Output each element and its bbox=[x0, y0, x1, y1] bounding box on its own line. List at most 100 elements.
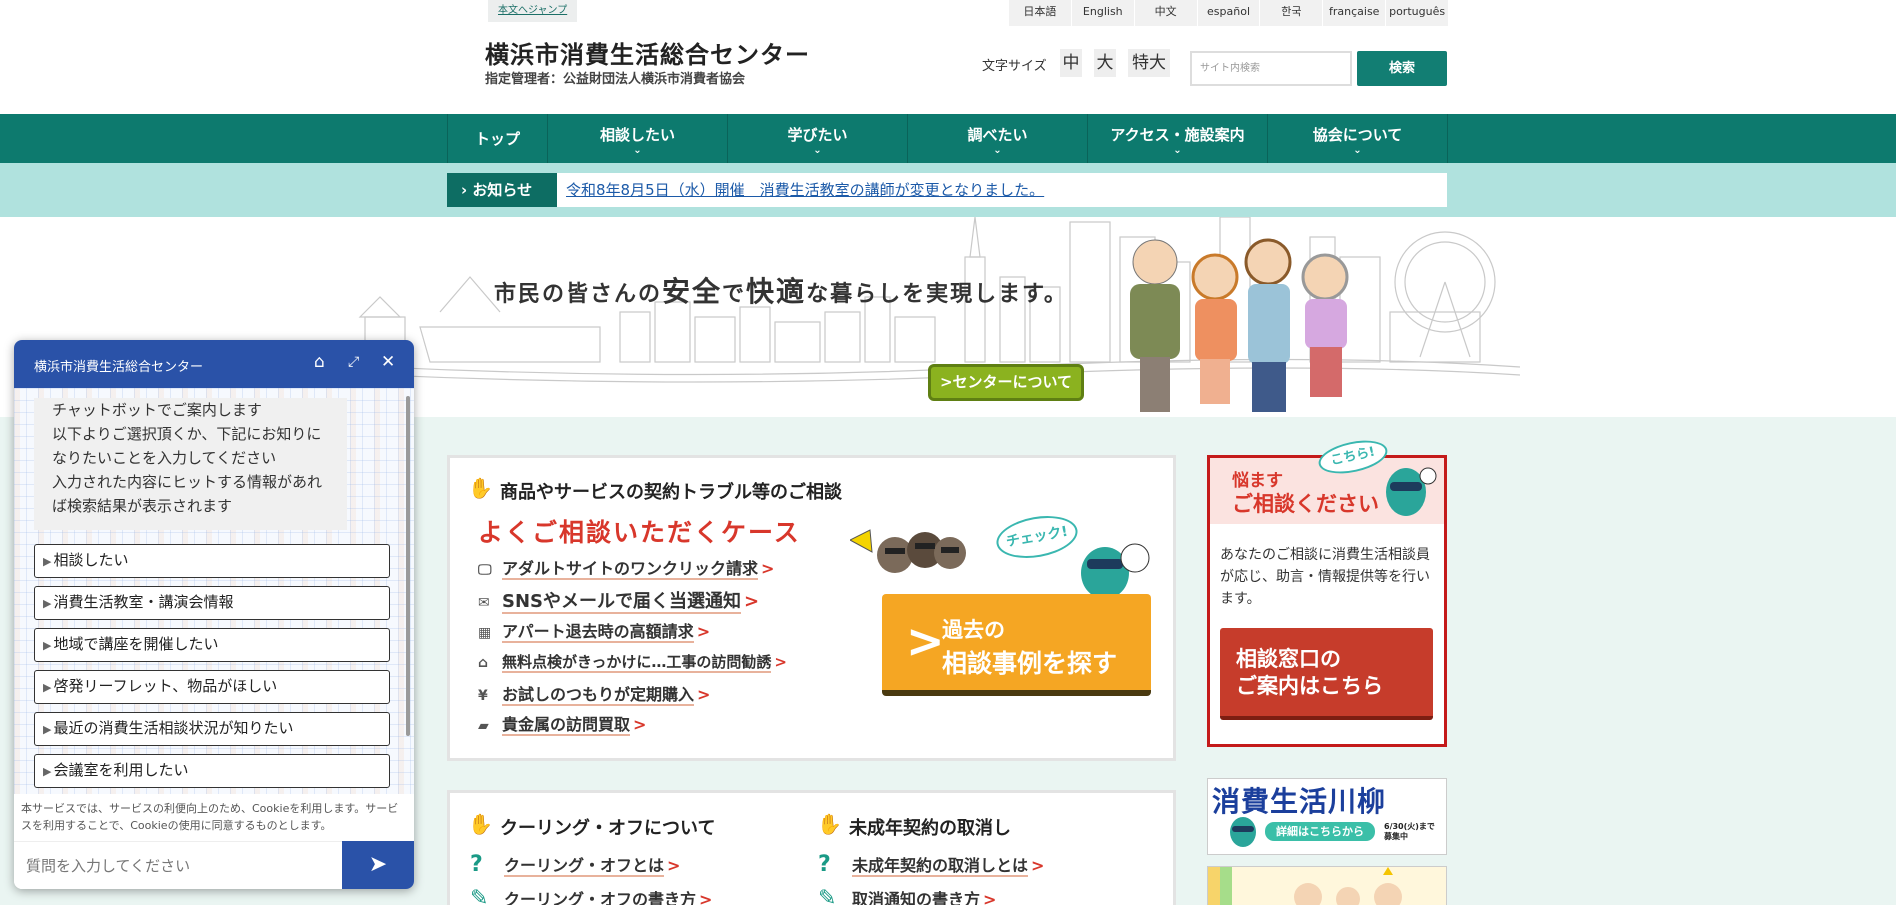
chat-option-label: 相談したい bbox=[53, 551, 129, 569]
chat-option-label: 地域で講座を開催したい bbox=[53, 635, 219, 653]
about-center-button[interactable]: >センターについて bbox=[928, 364, 1084, 401]
chat-input[interactable]: 質問を入力してください bbox=[14, 841, 342, 889]
nav-research-label: 調べたい bbox=[967, 126, 1028, 144]
nav-research[interactable]: 調べたい ⌄ bbox=[907, 114, 1087, 163]
house-icon: ⌂ bbox=[478, 655, 489, 671]
case-item[interactable]: ▰ 貴金属の訪問買取 > bbox=[478, 711, 647, 736]
chat-option-label: 消費生活教室・講演会情報 bbox=[53, 593, 234, 611]
notice-link[interactable]: 令和8年8月5日（水）開催 消費生活教室の講師が変更となりました。 bbox=[566, 179, 1044, 200]
chat-option[interactable]: ▶ 啓発リーフレット、物品がほしい bbox=[34, 670, 390, 704]
case-item[interactable]: ⌂ 無料点検がきっかけに…工事の訪問勧誘 > bbox=[478, 651, 787, 673]
arrow-right-icon: > bbox=[1031, 856, 1045, 875]
arrow-right-icon: > bbox=[761, 559, 775, 578]
chat-option[interactable]: ▶ 会議室を利用したい bbox=[34, 754, 390, 788]
nav-top[interactable]: トップ bbox=[447, 114, 547, 163]
close-icon[interactable]: ✕ bbox=[381, 352, 395, 372]
consult-window-button[interactable]: 相談窓口の ご案内はこちら bbox=[1220, 628, 1433, 720]
chat-intro-line: なりたいことを入力してください bbox=[52, 449, 277, 467]
slogan-emphasis: 快適 bbox=[746, 275, 807, 308]
mascot-icon bbox=[1230, 817, 1256, 847]
nav-consult[interactable]: 相談したい ⌄ bbox=[547, 114, 727, 163]
text-size-medium-button[interactable]: 中 bbox=[1060, 49, 1082, 77]
triangle-right-icon: ▶ bbox=[43, 765, 52, 778]
send-icon: ➤ bbox=[368, 852, 388, 877]
chat-option[interactable]: ▶ 最近の消費生活相談状況が知りたい bbox=[34, 712, 390, 746]
chat-title: 横浜市消費生活総合センター bbox=[34, 360, 204, 375]
arrow-right-icon: > bbox=[699, 890, 713, 905]
lang-ja[interactable]: 日本語 bbox=[1008, 0, 1071, 26]
cooling-off-item[interactable]: ✎ クーリング・オフの書き方 > bbox=[470, 886, 712, 905]
case-item[interactable]: 🖵 アダルトサイトのワンクリック請求 > bbox=[478, 555, 775, 580]
chat-header: 横浜市消費生活総合センター ⌂ ⤢ ✕ bbox=[14, 340, 414, 388]
past-cases-button[interactable]: > 過去の 相談事例を探す bbox=[882, 594, 1151, 696]
chat-intro-line: 以下よりご選択頂くか、下記にお知りに bbox=[52, 425, 322, 443]
triangle-right-icon: ▶ bbox=[43, 597, 52, 610]
text-size-xlarge-button[interactable]: 特大 bbox=[1128, 49, 1170, 77]
senryu-note-line1: 6/30(火)まで bbox=[1384, 822, 1435, 831]
people-illustration bbox=[1208, 867, 1402, 905]
chat-option-label: 会議室を利用したい bbox=[53, 761, 189, 779]
case-item[interactable]: ¥ お試しのつもりが定期購入 > bbox=[478, 681, 710, 706]
monitor-icon: 🖵 bbox=[478, 562, 492, 578]
hero-slogan: 市民の皆さんの安全で快適な暮らしを実現します。 bbox=[494, 270, 1068, 310]
lang-es[interactable]: español bbox=[1196, 0, 1260, 26]
skip-to-content-link[interactable]: 本文へジャンプ bbox=[488, 0, 578, 22]
nav-about[interactable]: 協会について ⌄ bbox=[1267, 114, 1447, 163]
past-cases-line2: 相談事例を探す bbox=[942, 649, 1118, 678]
chat-option[interactable]: ▶ 消費生活教室・講演会情報 bbox=[34, 586, 390, 620]
case-item-text: 貴金属の訪問買取 bbox=[502, 715, 631, 736]
hand-icon: ✋ bbox=[817, 812, 842, 836]
hand-icon: ✋ bbox=[468, 812, 493, 836]
case-item-text: アパート退去時の高額請求 bbox=[502, 622, 694, 643]
money-icon: ¥ bbox=[478, 688, 488, 704]
triangle-right-icon: ▶ bbox=[43, 681, 52, 694]
lang-zh[interactable]: 中文 bbox=[1133, 0, 1197, 26]
nav-top-label: トップ bbox=[474, 130, 520, 148]
chat-option[interactable]: ▶ 相談したい bbox=[34, 544, 390, 578]
minor-contract-item[interactable]: ✎ 取消通知の書き方 > bbox=[818, 886, 996, 905]
consult-button-line2: ご案内はこちら bbox=[1236, 674, 1383, 698]
nav-learn[interactable]: 学びたい ⌄ bbox=[727, 114, 907, 163]
lang-fr[interactable]: française bbox=[1322, 0, 1385, 26]
case-item[interactable]: ▦ アパート退去時の高額請求 > bbox=[478, 618, 710, 643]
chatbot-widget: 横浜市消費生活総合センター ⌂ ⤢ ✕ チャットボットでご案内します 以下よりご… bbox=[14, 340, 414, 889]
email-icon: ✉ bbox=[478, 595, 490, 611]
chevron-down-icon: ⌄ bbox=[1173, 145, 1182, 156]
arrow-right-icon: > bbox=[744, 591, 760, 612]
arrow-right-icon: > bbox=[633, 715, 647, 734]
language-bar: 日本語 English 中文 español 한국 française port… bbox=[1008, 0, 1448, 26]
site-search-input[interactable]: サイト内検索 bbox=[1190, 51, 1352, 86]
cooling-off-title: クーリング・オフについて bbox=[500, 818, 716, 839]
chat-option[interactable]: ▶ 地域で講座を開催したい bbox=[34, 628, 390, 662]
chat-intro-line: ば検索結果が表示されます bbox=[52, 497, 233, 515]
senryu-deadline: 6/30(火)まで 募集中 bbox=[1384, 822, 1435, 842]
triangle-right-icon: ▶ bbox=[43, 723, 52, 736]
nav-access[interactable]: アクセス・施設案内 ⌄ bbox=[1087, 114, 1267, 163]
chevron-down-icon: ⌄ bbox=[1353, 145, 1362, 156]
send-button[interactable]: ➤ bbox=[342, 841, 414, 889]
senryu-detail-link[interactable]: 詳細はこちらから bbox=[1265, 822, 1375, 841]
text-size-large-button[interactable]: 大 bbox=[1094, 49, 1116, 77]
case-item[interactable]: ✉ SNSやメールで届く当選通知 > bbox=[478, 587, 760, 614]
home-icon[interactable]: ⌂ bbox=[314, 352, 325, 372]
secondary-banner[interactable] bbox=[1207, 866, 1447, 905]
minor-contract-item[interactable]: ? 未成年契約の取消しとは > bbox=[818, 852, 1044, 877]
search-button[interactable]: 検索 bbox=[1357, 51, 1447, 86]
chevron-down-icon: ⌄ bbox=[813, 145, 822, 156]
lang-en[interactable]: English bbox=[1070, 0, 1134, 26]
cooling-off-item[interactable]: ? クーリング・オフとは > bbox=[470, 852, 680, 877]
lang-pt[interactable]: português bbox=[1385, 0, 1448, 26]
question-icon: ? bbox=[818, 852, 831, 877]
consult-description: あなたのご相談に消費生活相談員が応じ、助言・情報提供等を行います。 bbox=[1220, 547, 1430, 607]
lang-ko[interactable]: 한국 bbox=[1259, 0, 1322, 26]
nav-access-label: アクセス・施設案内 bbox=[1110, 126, 1245, 144]
main-nav: トップ 相談したい ⌄ 学びたい ⌄ 調べたい ⌄ アクセス・施設案内 ⌄ 協会について… bbox=[0, 114, 1896, 163]
mascot-icon bbox=[1386, 467, 1437, 516]
triangle-right-icon: ▶ bbox=[43, 639, 52, 652]
chat-scrollbar[interactable] bbox=[406, 396, 410, 736]
family-illustration bbox=[1130, 238, 1349, 412]
nav-about-label: 協会について bbox=[1312, 126, 1403, 144]
expand-icon[interactable]: ⤢ bbox=[348, 354, 359, 370]
site-title[interactable]: 横浜市消費生活総合センター bbox=[485, 35, 810, 70]
consult-heading-line2: ご相談ください bbox=[1232, 492, 1379, 516]
